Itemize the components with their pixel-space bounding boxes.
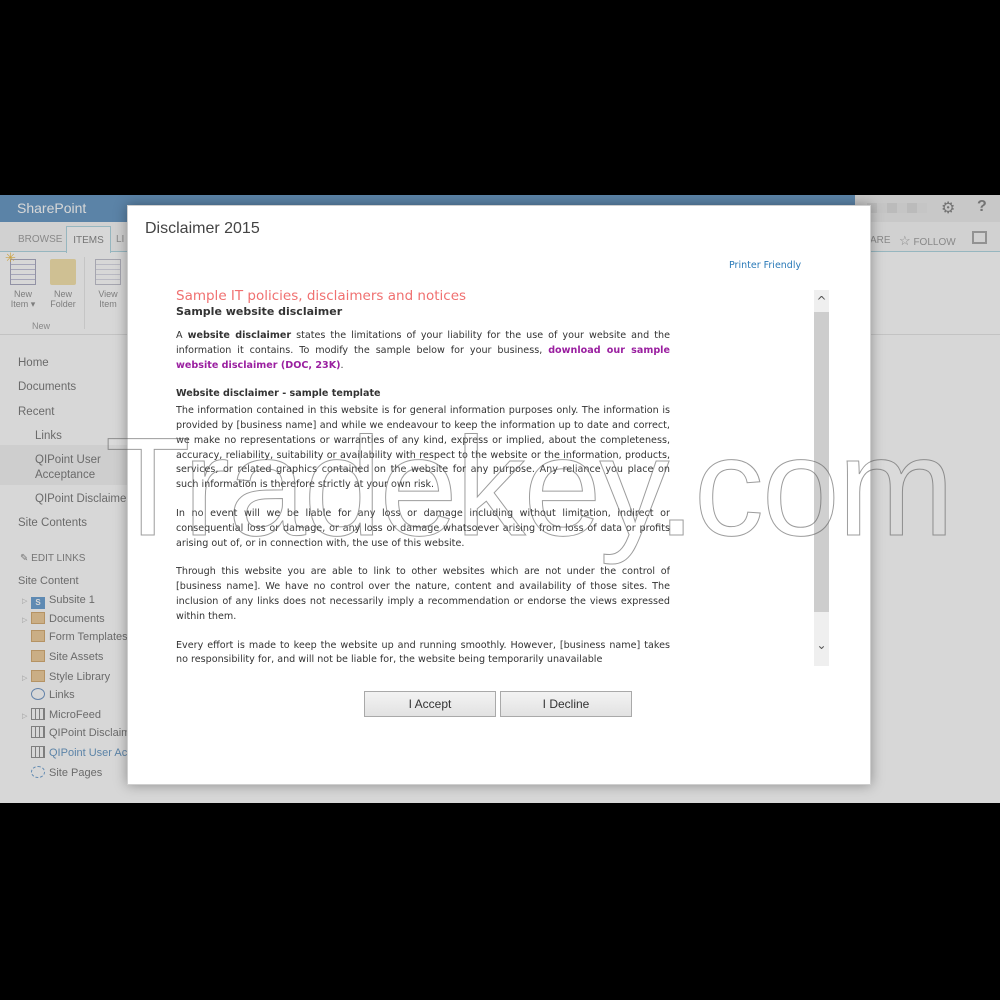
paragraph-2: In no event will we be liable for any lo… [176,507,670,549]
disclaimer-dialog: Disclaimer 2015 Printer Friendly Sample … [127,205,871,785]
intro-prefix: A [176,330,188,341]
intro-paragraph: A website disclaimer states the limitati… [176,329,670,373]
content-heading: Sample IT policies, disclaimers and noti… [176,288,467,304]
content-scrollbar[interactable]: ^ ⌄ [814,290,829,666]
printer-friendly-link[interactable]: Printer Friendly [729,260,801,271]
intro-suffix: . [340,359,344,371]
template-heading: Website disclaimer - sample template [176,388,381,400]
intro-bold: website disclaimer [187,330,292,341]
disclaimer-content[interactable]: Sample IT policies, disclaimers and noti… [176,282,670,666]
paragraph-4: Every effort is made to keep the website… [176,639,670,666]
scroll-up-icon[interactable]: ^ [814,290,829,312]
paragraph-3: Through this website you are able to lin… [176,566,670,622]
scrollbar-thumb[interactable] [814,312,829,612]
dialog-title: Disclaimer 2015 [145,220,260,237]
content-subheading: Sample website disclaimer [176,305,343,318]
accept-button[interactable]: I Accept [364,691,496,717]
scroll-down-icon[interactable]: ⌄ [814,634,829,656]
sharepoint-page: SharePoint ⚙ ? BROWSE ITEMS LI ARE ☆ FOL… [0,195,1000,803]
paragraph-1: The information contained in this websit… [176,405,670,491]
decline-button[interactable]: I Decline [500,691,632,717]
